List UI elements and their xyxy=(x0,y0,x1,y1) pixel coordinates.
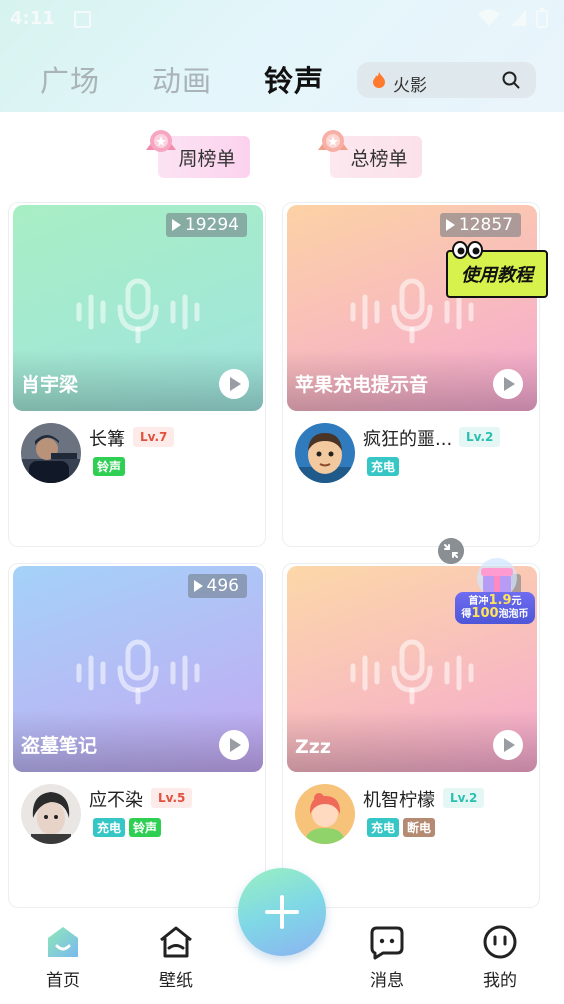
play-count-badge: 496 xyxy=(187,574,247,598)
nav-label: 消息 xyxy=(370,971,404,991)
status-icons xyxy=(478,8,548,28)
avatar[interactable] xyxy=(21,784,81,844)
search-text: 火影 xyxy=(393,76,427,96)
avatar[interactable] xyxy=(295,784,355,844)
avatar-image xyxy=(21,423,81,483)
username[interactable]: 机智柠檬 xyxy=(363,786,435,812)
status-time: 4:11 xyxy=(10,8,55,29)
nav-messages[interactable]: 消息 xyxy=(347,924,427,991)
nav-label: 首页 xyxy=(46,971,80,991)
tag-list: 充电 断电 xyxy=(367,818,436,837)
avatar-image xyxy=(295,423,355,483)
play-count: 496 xyxy=(206,576,239,596)
tag[interactable]: 铃声 xyxy=(129,818,162,837)
promo-unit: 元 xyxy=(511,596,522,607)
play-button[interactable] xyxy=(493,730,523,760)
profile-icon xyxy=(483,925,517,959)
tab-square[interactable]: 广场 xyxy=(40,58,100,100)
medal-icon xyxy=(146,130,176,152)
username[interactable]: 应不染 xyxy=(89,786,143,812)
level-badge: Lv.2 xyxy=(443,788,485,808)
play-icon xyxy=(230,377,241,391)
status-bar: 4:11 xyxy=(0,0,564,36)
play-count-icon xyxy=(171,219,181,231)
nav-wallpaper[interactable]: 壁纸 xyxy=(136,924,216,991)
promo-badge[interactable]: 首冲1.9元 得100泡泡币 xyxy=(455,556,537,626)
play-icon xyxy=(504,738,515,752)
plus-icon xyxy=(265,895,299,929)
tab-animation[interactable]: 动画 xyxy=(152,58,212,100)
nav-label: 我的 xyxy=(483,971,517,991)
search-icon[interactable] xyxy=(502,71,520,89)
avatar-image xyxy=(21,784,81,844)
play-icon xyxy=(230,738,241,752)
ringtone-card[interactable]: 19294 肖宇梁 长篝 Lv.7 铃声 xyxy=(8,202,266,547)
nav-profile[interactable]: 我的 xyxy=(460,924,540,991)
total-rank-label: 总榜单 xyxy=(350,147,408,170)
battery-icon xyxy=(536,8,548,28)
ringtone-title: Zzz xyxy=(295,736,331,758)
level-badge: Lv.7 xyxy=(133,427,175,447)
promo-coins: 100 xyxy=(471,606,499,621)
avatar[interactable] xyxy=(295,423,355,483)
signal-icon xyxy=(511,10,526,26)
tutorial-label: 使用教程 xyxy=(461,265,533,286)
tag[interactable]: 充电 xyxy=(93,818,126,837)
tag-list: 充电 铃声 xyxy=(93,818,162,837)
avatar[interactable] xyxy=(21,423,81,483)
play-count-badge: 19294 xyxy=(165,213,247,237)
week-rank-label: 周榜单 xyxy=(178,147,236,170)
play-count-icon xyxy=(193,580,203,592)
promo-line2-prefix: 得 xyxy=(461,609,472,620)
microphone-icon xyxy=(350,639,474,705)
tag[interactable]: 充电 xyxy=(367,457,400,476)
promo-banner: 首冲1.9元 得100泡泡币 xyxy=(455,592,535,624)
avatar-image xyxy=(295,784,355,844)
username[interactable]: 疯狂的噩... xyxy=(363,425,452,451)
microphone-icon xyxy=(76,639,200,705)
fire-icon xyxy=(373,72,385,88)
tag[interactable]: 充电 xyxy=(367,818,400,837)
nav-home[interactable]: 首页 xyxy=(23,924,103,991)
play-count-icon xyxy=(445,219,455,231)
microphone-icon xyxy=(76,278,200,344)
tag[interactable]: 断电 xyxy=(403,818,436,837)
play-count: 19294 xyxy=(184,215,239,235)
nav-label: 壁纸 xyxy=(159,971,193,991)
tag[interactable]: 铃声 xyxy=(93,457,126,476)
username[interactable]: 长篝 xyxy=(89,425,125,451)
add-button[interactable] xyxy=(238,868,326,956)
play-count: 12857 xyxy=(458,215,513,235)
message-icon xyxy=(370,926,404,960)
level-badge: Lv.2 xyxy=(459,427,501,447)
ringtone-card[interactable]: 496 盗墓笔记 应不染 Lv.5 充电 铃声 xyxy=(8,563,266,908)
play-button[interactable] xyxy=(219,730,249,760)
wifi-icon xyxy=(478,9,500,26)
search-input[interactable]: 火影 xyxy=(357,62,536,98)
card-cover[interactable]: 12857 苹果充电提示音 xyxy=(287,205,537,411)
promo-coins-suffix: 泡泡币 xyxy=(498,609,529,620)
wallpaper-icon xyxy=(160,926,192,958)
ringtone-title: 盗墓笔记 xyxy=(21,735,98,757)
medal-icon xyxy=(318,130,348,152)
card-cover[interactable]: 496 盗墓笔记 xyxy=(13,566,263,772)
play-icon xyxy=(504,377,515,391)
play-button[interactable] xyxy=(493,369,523,399)
level-badge: Lv.5 xyxy=(151,788,193,808)
tag-list: 铃声 xyxy=(93,457,126,476)
home-icon xyxy=(48,927,78,957)
ringtone-title: 苹果充电提示音 xyxy=(295,374,429,396)
eyes-icon xyxy=(452,241,483,259)
tag-list: 充电 xyxy=(367,457,400,476)
tab-ringtone[interactable]: 铃声 xyxy=(264,58,324,100)
card-cover[interactable]: 19294 肖宇梁 xyxy=(13,205,263,411)
notification-icon xyxy=(74,11,91,28)
play-button[interactable] xyxy=(219,369,249,399)
play-count-badge: 12857 xyxy=(439,213,521,237)
ringtone-title: 肖宇梁 xyxy=(21,374,79,396)
